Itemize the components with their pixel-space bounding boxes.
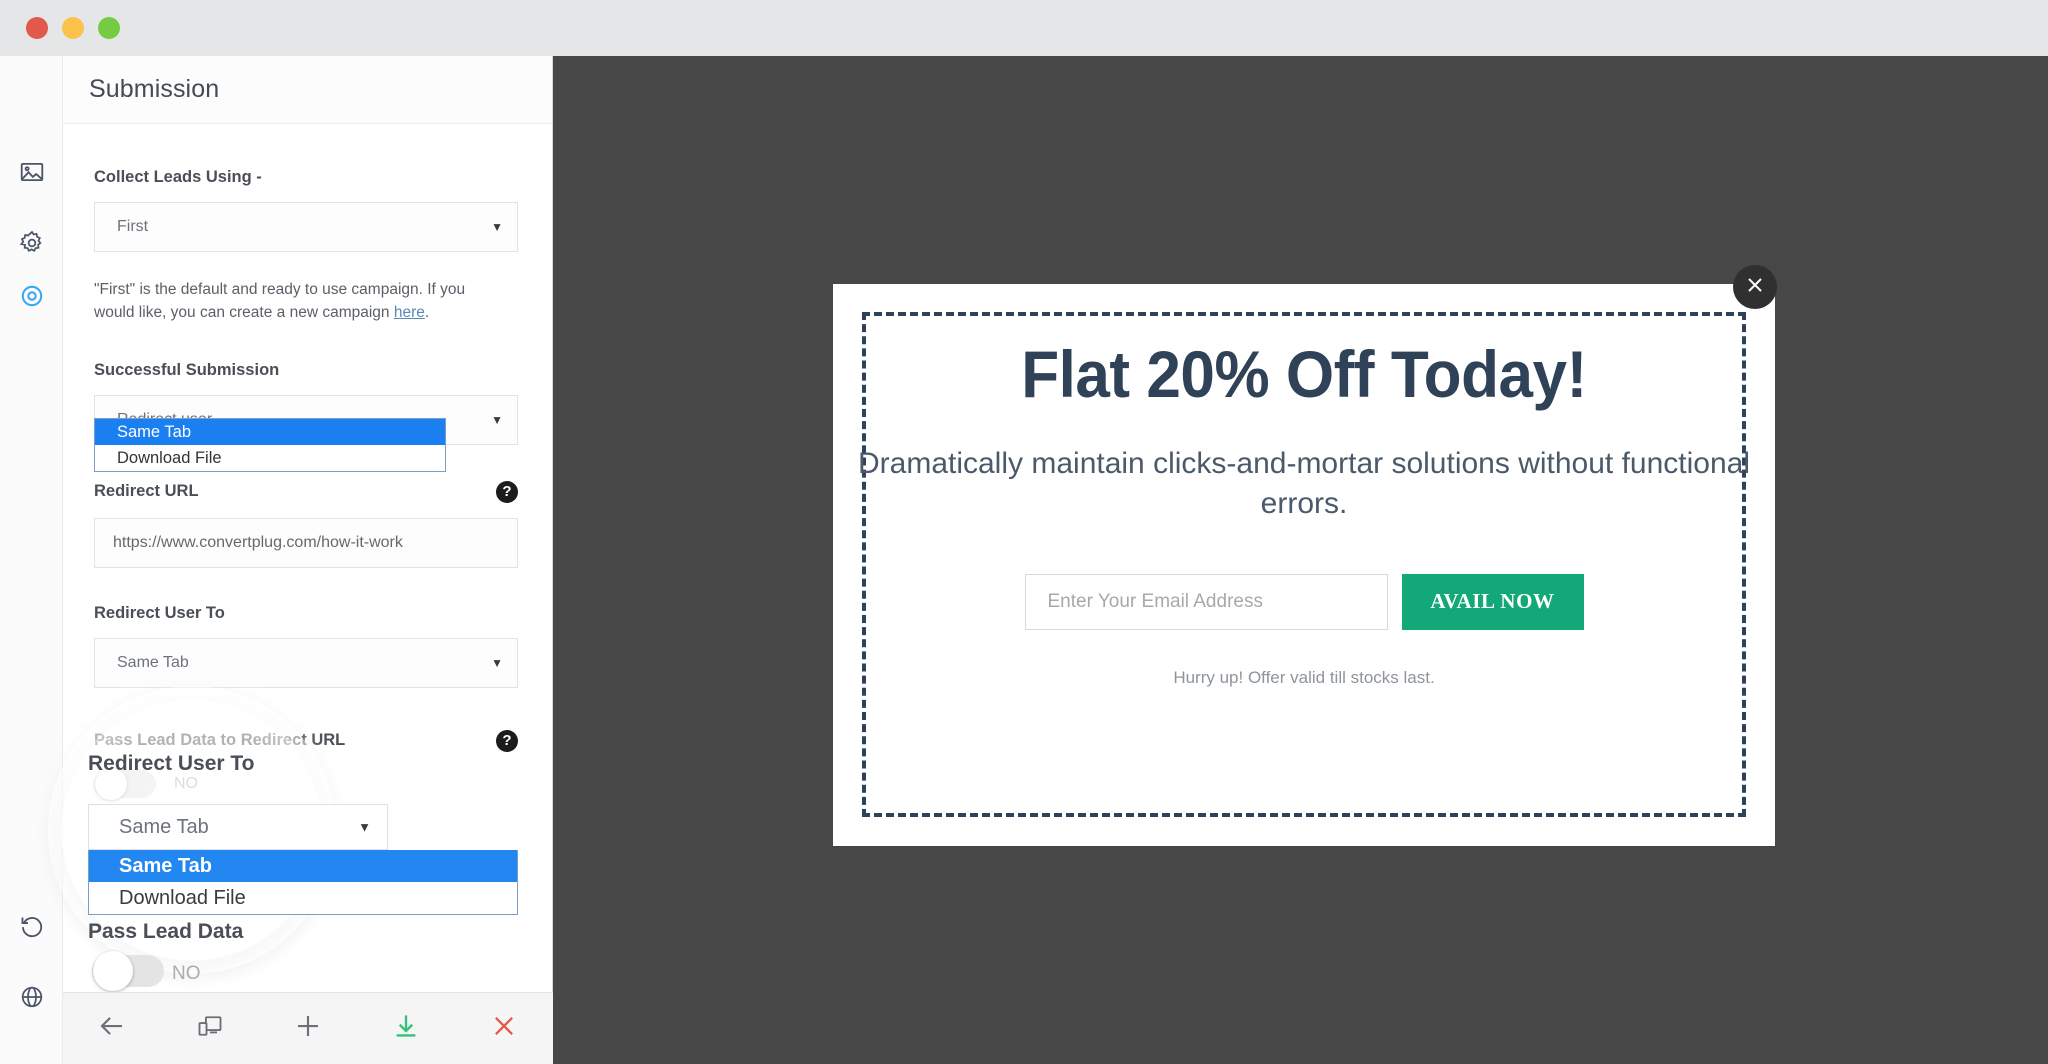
toggle-knob [95, 767, 127, 800]
promo-popup: Flat 20% Off Today! Dramatically maintai… [833, 284, 1775, 846]
avail-now-button[interactable]: AVAIL NOW [1401, 573, 1584, 630]
popup-close-button[interactable] [1733, 265, 1777, 309]
sidebar-rail [0, 56, 63, 1064]
chevron-down-icon: ▼ [491, 655, 503, 670]
save-download-icon [391, 1011, 421, 1046]
pass-lead-data-label: Pass Lead Data to Redirect URL [94, 731, 346, 749]
popup-note: Hurry up! Offer valid till stocks last. [1173, 667, 1435, 687]
campaign-help-text: "First" is the default and ready to use … [94, 278, 494, 325]
redirect-user-to-dropdown-list[interactable]: Same Tab Download File [94, 418, 446, 472]
pass-lead-data-toggle[interactable] [94, 767, 156, 800]
popup-signup-form: Enter Your Email Address AVAIL NOW [833, 573, 1775, 630]
sidebar-item-settings[interactable] [0, 219, 63, 267]
close-x-icon [490, 1012, 518, 1045]
back-arrow-icon [97, 1011, 127, 1046]
collect-leads-value: First [117, 218, 149, 235]
dropdown-option-same-tab[interactable]: Same Tab [95, 419, 445, 445]
popup-subheadline: Dramatically maintain clicks-and-mortar … [857, 447, 1751, 520]
panel-header: Submission [63, 56, 552, 124]
settings-panel: Submission Collect Leads Using - First ▼… [63, 56, 553, 1064]
window-titlebar [0, 0, 2048, 56]
globe-icon [19, 984, 45, 1010]
popup-content: Flat 20% Off Today! Dramatically maintai… [833, 336, 1775, 688]
dropdown-option-download-file[interactable]: Download File [95, 445, 445, 471]
page-title: Submission [89, 75, 220, 103]
pass-lead-data-toggle-state: NO [174, 774, 198, 792]
gear-icon [19, 230, 45, 256]
redirect-url-value: https://www.convertplug.com/how-it-work [113, 533, 403, 551]
chevron-down-icon: ▼ [491, 412, 503, 427]
sidebar-item-image[interactable] [0, 148, 63, 196]
sidebar-item-submission[interactable] [0, 272, 63, 320]
help-icon[interactable]: ? [496, 729, 518, 752]
successful-submission-label: Successful Submission [94, 360, 280, 379]
app-root: Submission Collect Leads Using - First ▼… [0, 0, 2048, 1064]
redirect-user-to-label: Redirect User To [94, 603, 225, 622]
email-field[interactable]: Enter Your Email Address [1024, 573, 1388, 630]
redirect-user-to-select[interactable]: Same Tab ▼ [94, 637, 518, 688]
sidebar-item-history[interactable] [0, 902, 63, 950]
collect-leads-select[interactable]: First ▼ [94, 202, 518, 252]
help-icon[interactable]: ? [496, 480, 518, 503]
collect-leads-label: Collect Leads Using - [94, 168, 262, 186]
create-campaign-link[interactable]: here [394, 304, 425, 321]
campaign-help-text-after: . [424, 304, 430, 322]
target-icon [19, 283, 45, 309]
email-placeholder: Enter Your Email Address [1047, 590, 1263, 612]
image-icon [19, 159, 45, 185]
history-undo-icon [19, 913, 45, 939]
minimize-window-button[interactable] [62, 17, 84, 39]
redirect-url-label: Redirect URL [94, 482, 199, 500]
close-window-button[interactable] [26, 17, 48, 39]
cancel-button[interactable] [477, 1002, 531, 1056]
sidebar-item-global[interactable] [0, 973, 63, 1021]
responsive-preview-button[interactable] [183, 1002, 237, 1056]
panel-body: Collect Leads Using - First ▼ "First" is… [63, 124, 552, 1008]
add-button[interactable] [281, 1002, 335, 1056]
pass-lead-data-label-row: Pass Lead Data to Redirect URL ? [94, 729, 518, 752]
redirect-url-label-row: Redirect URL ? [94, 480, 518, 503]
window-controls [26, 17, 120, 39]
chevron-down-icon: ▼ [491, 220, 503, 234]
responsive-device-icon [196, 1012, 224, 1045]
save-button[interactable] [379, 1002, 433, 1056]
plus-icon [293, 1011, 323, 1046]
close-x-icon [1743, 273, 1767, 302]
back-button[interactable] [85, 1002, 139, 1056]
redirect-user-to-value: Same Tab [117, 653, 189, 671]
bottom-toolbar [63, 992, 553, 1064]
maximize-window-button[interactable] [98, 17, 120, 39]
popup-headline: Flat 20% Off Today! [1021, 337, 1587, 411]
redirect-url-input[interactable]: https://www.convertplug.com/how-it-work [94, 517, 518, 568]
pass-lead-data-toggle-row: NO [94, 767, 521, 800]
